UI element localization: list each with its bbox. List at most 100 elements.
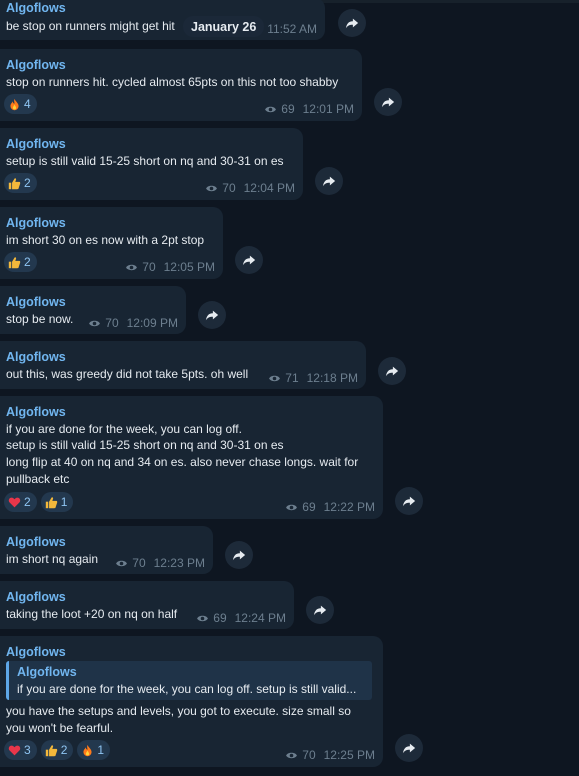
message-3[interactable]: Algoflows im short 30 on es now with a 2… [0, 207, 223, 279]
reactions: 4 [4, 94, 37, 114]
reply-quote-text: if you are done for the week, you can lo… [17, 682, 357, 696]
reaction-thumbs-up[interactable]: 1 [40, 492, 74, 512]
views-icon [116, 560, 128, 566]
reaction-fire[interactable]: 4 [4, 94, 37, 114]
message-text-line-1: you have the setups and levels, you got … [6, 704, 351, 718]
reaction-thumbs-up[interactable]: 2 [4, 252, 37, 272]
message-author: Algoflows [6, 590, 66, 604]
message-author: Algoflows [6, 645, 66, 659]
views-icon [126, 264, 138, 270]
share-button[interactable] [395, 487, 423, 515]
share-button[interactable] [338, 9, 366, 37]
heart-icon [8, 745, 21, 755]
message-meta: 11:52 AM [267, 22, 317, 36]
reaction-fire[interactable]: 1 [77, 740, 111, 760]
view-count: 69 [281, 102, 295, 116]
views-icon [265, 106, 277, 112]
message-author: Algoflows [6, 137, 66, 151]
reaction-count: 4 [24, 97, 31, 111]
view-count: 70 [302, 748, 316, 762]
reaction-heart[interactable]: 2 [4, 492, 37, 512]
thumbs-up-icon [8, 177, 21, 189]
share-icon [205, 310, 219, 321]
message-text: taking the loot +20 on nq on half [6, 607, 178, 621]
thumbs-up-icon [45, 744, 57, 756]
message-4[interactable]: Algoflows stop be now. 70 12:09 PM [0, 286, 186, 334]
message-text-line-2: setup is still valid 15-25 short on nq a… [6, 438, 284, 452]
share-icon [322, 176, 336, 187]
reaction-count: 3 [24, 743, 31, 757]
message-time: 12:01 PM [302, 102, 354, 116]
message-meta: 69 12:01 PM [264, 102, 354, 116]
message-1[interactable]: Algoflows stop on runners hit. cycled al… [0, 49, 362, 121]
share-button[interactable] [395, 734, 423, 762]
views-icon [286, 752, 298, 758]
reaction-count: 2 [24, 495, 31, 509]
message-time: 12:24 PM [234, 611, 286, 625]
message-9[interactable]: Algoflows you have the setups and levels… [0, 636, 383, 767]
reaction-count: 1 [60, 495, 68, 509]
message-text-line-2: you won't be fearful. [6, 721, 114, 735]
message-2[interactable]: Algoflows setup is still valid 15-25 sho… [0, 128, 303, 200]
view-count: 70 [142, 260, 156, 274]
reply-quote-author: Algoflows [17, 665, 77, 679]
message-author: Algoflows [6, 295, 66, 309]
message-5[interactable]: Algoflows out this, was greedy did not t… [0, 341, 366, 389]
share-icon [381, 97, 395, 108]
view-count: 69 [302, 500, 316, 514]
share-button[interactable] [306, 596, 334, 624]
message-text: setup is still valid 15-25 short on nq a… [6, 154, 284, 168]
views-icon [89, 320, 101, 326]
share-icon [402, 743, 416, 754]
reaction-thumbs-up[interactable]: 2 [4, 173, 37, 193]
message-time: 11:52 AM [267, 22, 317, 36]
thumbs-up-icon [8, 256, 21, 268]
share-button[interactable] [378, 357, 406, 385]
view-count: 70 [132, 556, 146, 570]
message-text-line-3: long flip at 40 on nq and 34 on es. also… [6, 455, 359, 469]
message-author: Algoflows [6, 58, 66, 72]
reactions: 3 2 1 [4, 740, 111, 760]
reaction-thumbs-up[interactable]: 2 [40, 740, 74, 760]
message-time: 12:04 PM [243, 181, 295, 195]
share-button[interactable] [374, 88, 402, 116]
share-button[interactable] [315, 167, 343, 195]
message-time: 12:09 PM [126, 316, 178, 330]
views-icon [206, 185, 218, 191]
views-icon [269, 375, 281, 381]
reactions: 2 [4, 173, 37, 193]
message-meta: 70 12:04 PM [205, 181, 295, 195]
message-meta: 69 12:24 PM [196, 611, 286, 625]
message-meta: 70 12:05 PM [125, 260, 215, 274]
share-icon [313, 605, 327, 616]
message-author: Algoflows [6, 216, 66, 230]
share-button[interactable] [235, 246, 263, 274]
reaction-heart[interactable]: 3 [4, 740, 37, 760]
message-author: Algoflows [6, 1, 66, 15]
message-author: Algoflows [6, 535, 66, 549]
share-button[interactable] [198, 301, 226, 329]
date-badge[interactable]: January 26 [183, 16, 265, 37]
reactions: 2 1 [4, 492, 74, 512]
reply-quote[interactable]: Algoflows if you are done for the week, … [6, 661, 372, 700]
view-count: 70 [105, 316, 119, 330]
message-text: im short nq again [6, 552, 99, 566]
share-icon [402, 496, 416, 507]
share-button[interactable] [225, 541, 253, 569]
message-7[interactable]: Algoflows im short nq again 70 12:23 PM [0, 526, 213, 574]
message-8[interactable]: Algoflows taking the loot +20 on nq on h… [0, 581, 294, 629]
message-text: stop be now. [6, 312, 74, 326]
message-6[interactable]: Algoflows if you are done for the week, … [0, 396, 383, 519]
message-text-line-4: pullback etc [6, 472, 70, 486]
share-icon [385, 366, 399, 377]
message-text: out this, was greedy did not take 5pts. … [6, 367, 249, 381]
message-0[interactable]: Algoflows be stop on runners might get h… [0, 0, 325, 40]
message-time: 12:05 PM [163, 260, 215, 274]
message-time: 12:18 PM [306, 371, 358, 385]
view-count: 70 [222, 181, 236, 195]
message-meta: 70 12:25 PM [285, 748, 375, 762]
message-meta: 69 12:22 PM [285, 500, 375, 514]
view-count: 69 [213, 611, 227, 625]
message-meta: 70 12:09 PM [88, 316, 178, 330]
reaction-count: 2 [60, 743, 68, 757]
